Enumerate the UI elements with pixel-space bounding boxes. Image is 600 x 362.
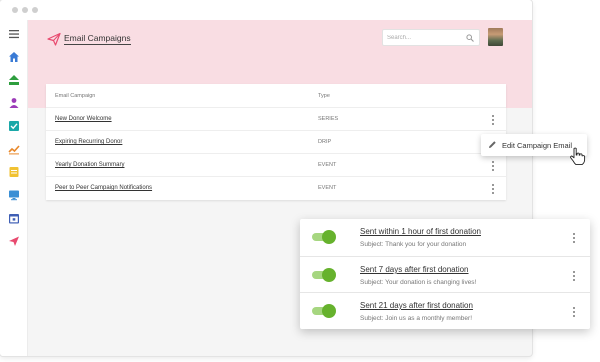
- campaign-name-link[interactable]: Expiring Recurring Donor: [55, 139, 122, 145]
- schedule-subject: Subject: Join us as a monthly member!: [360, 315, 472, 322]
- table-row[interactable]: Peer to Peer Campaign Notifications EVEN…: [46, 176, 506, 199]
- window-dot: [12, 7, 18, 13]
- paper-plane-icon: [47, 32, 61, 46]
- schedule-subject: Subject: Your donation is changing lives…: [360, 279, 477, 286]
- campaign-type: DRIP: [318, 139, 332, 145]
- window-dot: [22, 7, 28, 13]
- campaign-name-link[interactable]: Yearly Donation Summary: [55, 162, 124, 168]
- campaign-type: EVENT: [318, 162, 337, 168]
- schedule-title-link[interactable]: Sent within 1 hour of first donation: [360, 227, 481, 236]
- search-input[interactable]: [387, 32, 461, 44]
- table-row[interactable]: Yearly Donation Summary EVENT: [46, 153, 506, 176]
- schedule-subject: Subject: Thank you for your donation: [360, 241, 467, 248]
- column-header-campaign: Email Campaign: [55, 93, 96, 99]
- more-options-icon[interactable]: [571, 232, 577, 244]
- table-row[interactable]: New Donor Welcome SERIES: [46, 107, 506, 130]
- trending-icon[interactable]: [8, 143, 20, 155]
- home-icon[interactable]: [8, 51, 20, 63]
- enable-toggle[interactable]: [312, 230, 336, 244]
- more-options-icon[interactable]: [490, 160, 496, 172]
- edit-campaign-email-item[interactable]: Edit Campaign Email: [502, 141, 572, 150]
- schedule-title-link[interactable]: Sent 7 days after first donation: [360, 265, 469, 274]
- schedule-item: Sent 21 days after first donation Subjec…: [300, 292, 590, 329]
- avatar[interactable]: [488, 28, 503, 46]
- people-icon[interactable]: [8, 97, 20, 109]
- screenshot-stage: Email Campaigns Email Campaign Type New …: [0, 0, 600, 362]
- schedule-title-link[interactable]: Sent 21 days after first donation: [360, 301, 473, 310]
- more-options-icon[interactable]: [490, 114, 496, 126]
- monitor-icon[interactable]: [8, 189, 20, 201]
- enable-toggle[interactable]: [312, 304, 336, 318]
- campaign-name-link[interactable]: New Donor Welcome: [55, 116, 112, 122]
- window-dot: [32, 7, 38, 13]
- search-icon[interactable]: [466, 34, 474, 42]
- note-icon[interactable]: [8, 166, 20, 178]
- schedule-item: Sent 7 days after first donation Subject…: [300, 256, 590, 293]
- send-icon[interactable]: [8, 235, 20, 247]
- schedule-item: Sent within 1 hour of first donation Sub…: [300, 219, 590, 256]
- more-options-icon[interactable]: [490, 183, 496, 195]
- more-options-icon[interactable]: [571, 306, 577, 318]
- sidebar: [0, 20, 28, 356]
- upload-icon[interactable]: [8, 74, 20, 86]
- checkbox-icon[interactable]: [8, 120, 20, 132]
- table-row[interactable]: Expiring Recurring Donor DRIP: [46, 130, 506, 153]
- schedule-panel: Sent within 1 hour of first donation Sub…: [300, 219, 590, 329]
- enable-toggle[interactable]: [312, 268, 336, 282]
- pencil-icon: [489, 141, 496, 148]
- window-titlebar: [0, 0, 532, 20]
- campaign-name-link[interactable]: Peer to Peer Campaign Notifications: [55, 185, 152, 191]
- column-header-type: Type: [318, 93, 330, 99]
- menu-icon[interactable]: [8, 28, 20, 40]
- page-title: Email Campaigns: [64, 33, 131, 45]
- more-options-icon[interactable]: [571, 270, 577, 282]
- campaign-type: SERIES: [318, 116, 339, 122]
- search-box[interactable]: [382, 29, 480, 46]
- campaign-type: EVENT: [318, 185, 337, 191]
- calendar-icon[interactable]: [8, 212, 20, 224]
- hand-cursor-icon: [570, 147, 586, 166]
- campaign-table: Email Campaign Type New Donor Welcome SE…: [46, 84, 506, 200]
